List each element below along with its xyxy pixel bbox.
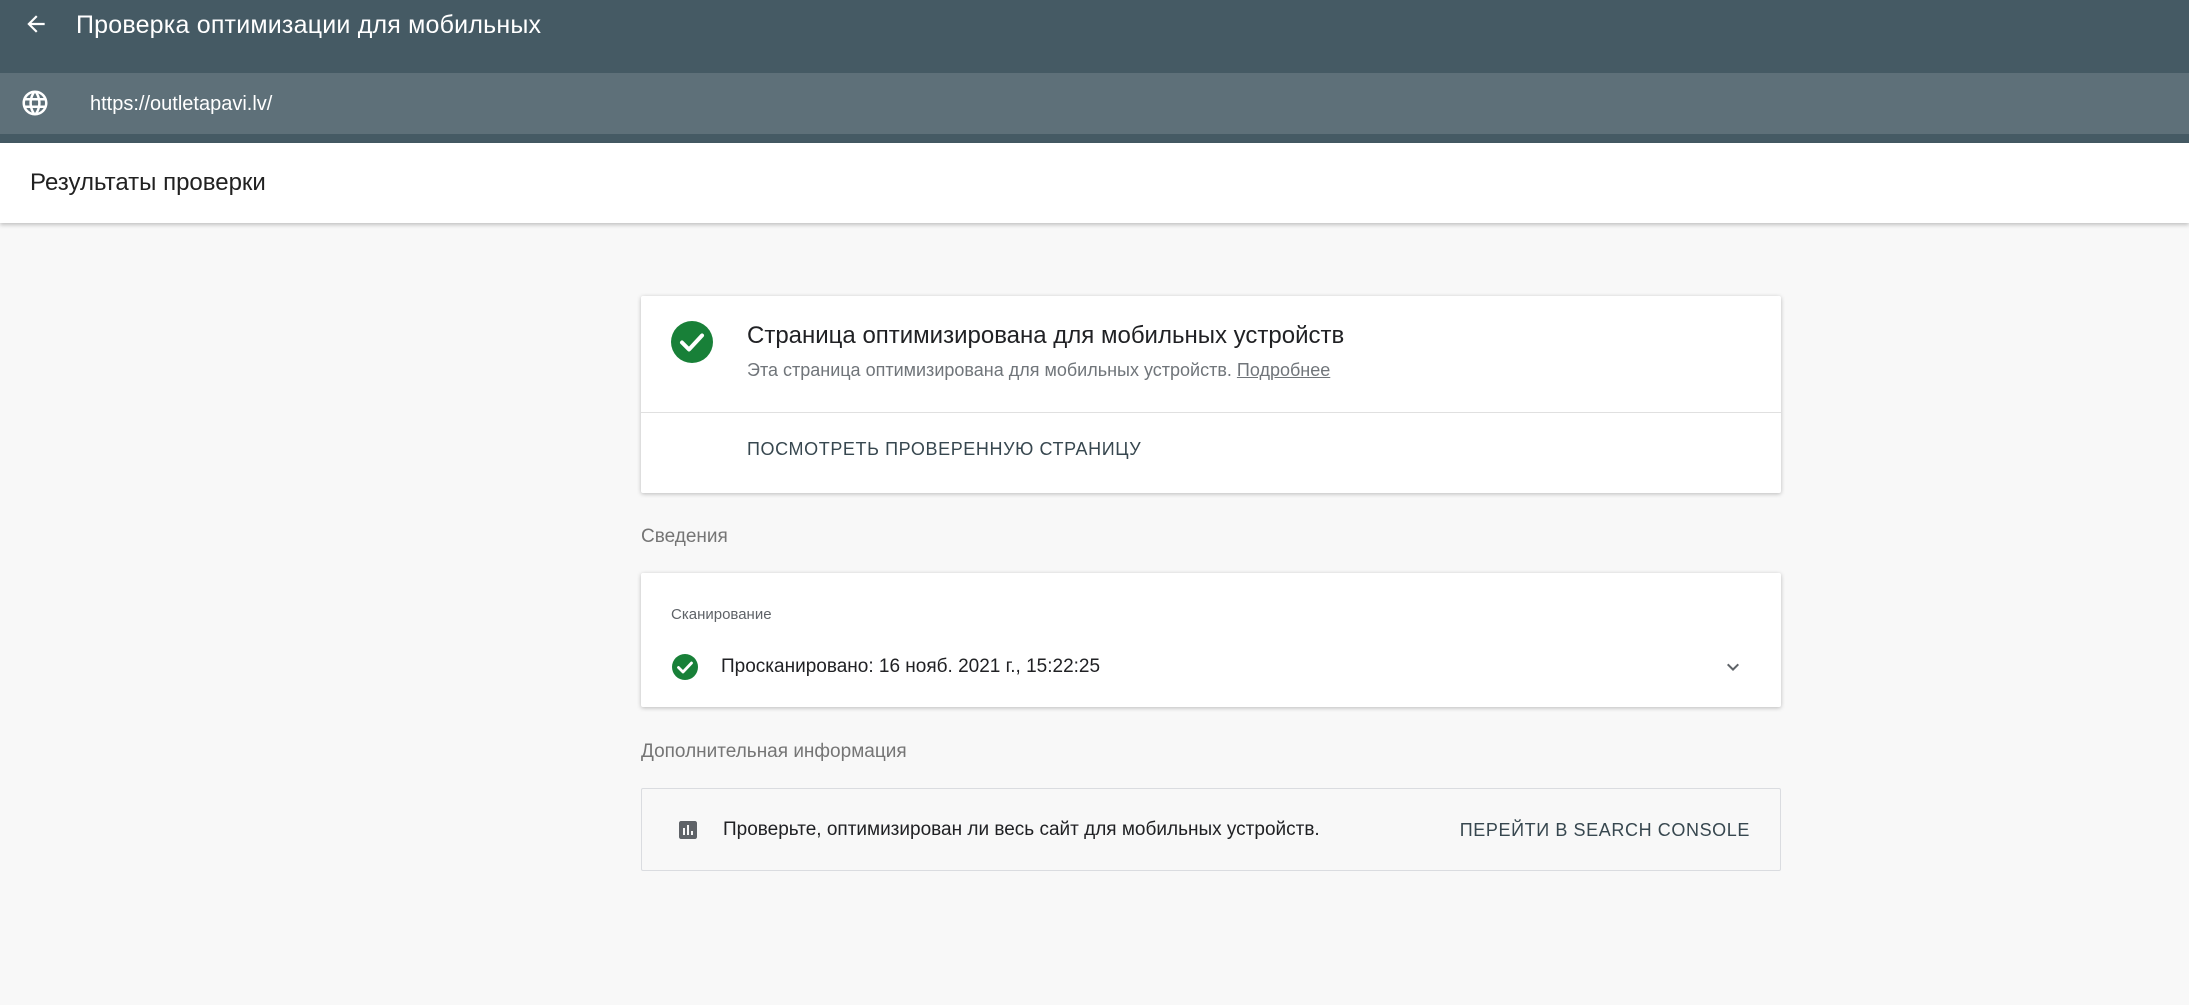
- status-card: Страница оптимизирована для мобильных ус…: [641, 296, 1781, 493]
- status-title: Страница оптимизирована для мобильных ус…: [747, 322, 1345, 349]
- view-tested-page-button[interactable]: ПОСМОТРЕТЬ ПРОВЕРЕННУЮ СТРАНИЦУ: [747, 437, 1141, 461]
- header-strip: [0, 134, 2189, 143]
- check-circle-icon: [671, 321, 713, 363]
- details-section-label: Сведения: [641, 526, 728, 547]
- back-button[interactable]: [18, 6, 54, 42]
- results-header: Результаты проверки: [0, 143, 2189, 223]
- search-console-text: Проверьте, оптимизирован ли весь сайт дл…: [723, 819, 1320, 840]
- app-title: Проверка оптимизации для мобильных: [76, 11, 542, 39]
- scan-subtitle: Сканирование: [671, 606, 772, 623]
- app-bar: Проверка оптимизации для мобильных: [0, 0, 2189, 73]
- status-description-text: Эта страница оптимизирована для мобильны…: [747, 360, 1232, 380]
- extra-info-section-label: Дополнительная информация: [641, 741, 907, 762]
- search-console-card: Проверьте, оптимизирован ли весь сайт дл…: [641, 788, 1781, 871]
- scan-status-text: Просканировано: 16 нояб. 2021 г., 15:22:…: [721, 656, 1101, 677]
- check-circle-icon: [672, 654, 698, 680]
- status-description: Эта страница оптимизирована для мобильны…: [747, 358, 1330, 382]
- arrow-back-icon: [27, 15, 45, 33]
- chevron-down-icon[interactable]: [1721, 655, 1745, 679]
- globe-icon: [22, 90, 48, 116]
- page-title: Результаты проверки: [30, 169, 266, 196]
- card-divider: [641, 412, 1781, 413]
- url-bar: https://outletapavi.lv/: [0, 73, 2189, 134]
- scan-card[interactable]: Сканирование Просканировано: 16 нояб. 20…: [641, 573, 1781, 707]
- bar-chart-icon: [679, 821, 697, 839]
- open-search-console-button[interactable]: ПЕРЕЙТИ В SEARCH CONSOLE: [1460, 817, 1750, 843]
- url-text[interactable]: https://outletapavi.lv/: [90, 90, 272, 118]
- learn-more-link[interactable]: Подробнее: [1237, 360, 1330, 380]
